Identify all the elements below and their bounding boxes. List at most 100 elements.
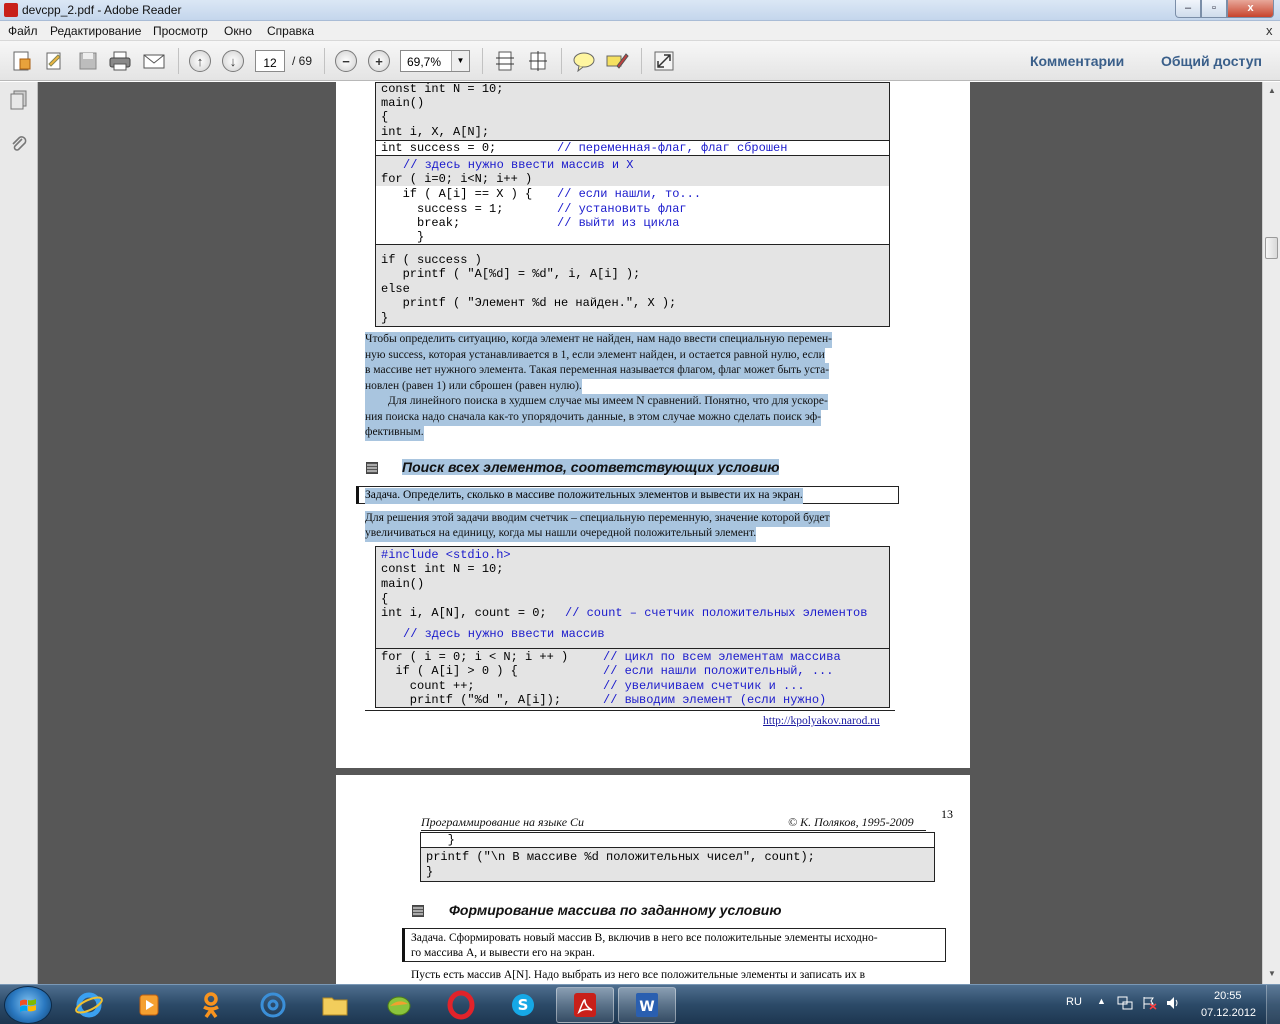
highlight-icon[interactable]	[605, 50, 629, 72]
section-icon	[366, 462, 378, 474]
code-line: int success = 0;	[381, 141, 497, 155]
code-line: {	[381, 110, 389, 124]
clock-time[interactable]: 20:55	[1214, 990, 1242, 1002]
fullscreen-icon[interactable]	[652, 50, 676, 72]
running-header-left: Программирование на языке Си	[421, 815, 585, 829]
save-icon[interactable]	[76, 50, 100, 72]
zoom-select[interactable]: 69,7% ▼	[400, 50, 470, 72]
toolbar-separator	[482, 48, 483, 74]
pdf-page-12: const int N = 10; main() { int i, X, A[N…	[336, 82, 970, 768]
edit-icon[interactable]	[42, 50, 66, 72]
comments-link[interactable]: Комментарии	[1030, 53, 1124, 69]
toolbar-separator	[641, 48, 642, 74]
fit-page-icon[interactable]	[493, 50, 517, 72]
paragraph-line: ния поиска надо сначала как-то упорядочи…	[365, 410, 821, 426]
volume-icon[interactable]	[1165, 996, 1181, 1010]
close-button[interactable]: x	[1227, 0, 1274, 18]
code-area	[421, 833, 934, 847]
media-player-icon[interactable]	[120, 987, 178, 1023]
paragraph-line: Для линейного поиска в худшем случае мы …	[365, 394, 828, 410]
email-app-icon[interactable]	[244, 987, 302, 1023]
menu-help[interactable]: Справка	[267, 24, 314, 38]
paragraph-line: ную success, которая устанавливается в 1…	[365, 348, 825, 364]
scroll-down-icon[interactable]: ▼	[1265, 967, 1279, 981]
taskbar: S W RU ▲ 20:55 07.12.2012	[0, 984, 1280, 1024]
windows-logo-icon	[20, 999, 36, 1012]
email-icon[interactable]	[142, 50, 166, 72]
adobe-reader-icon	[4, 3, 18, 17]
network-icon[interactable]	[1117, 996, 1133, 1010]
fit-width-icon[interactable]	[526, 50, 550, 72]
code-line: printf ("\n В массиве %d положительных ч…	[426, 850, 815, 864]
attachments-icon[interactable]	[9, 134, 29, 154]
tray-expand-icon[interactable]: ▲	[1097, 996, 1106, 1006]
next-page-icon[interactable]: ↓	[221, 50, 245, 72]
create-pdf-icon[interactable]	[10, 50, 34, 72]
language-indicator[interactable]: RU	[1066, 996, 1082, 1008]
code-divider	[375, 648, 890, 649]
code-comment: // выводим элемент (если нужно)	[603, 693, 827, 707]
code-line: if ( success )	[381, 253, 482, 267]
code-comment: // цикл по всем элементам массива	[603, 650, 841, 664]
section-heading: Поиск всех элементов, соответствующих ус…	[402, 459, 780, 475]
start-button[interactable]	[4, 986, 52, 1024]
scroll-thumb[interactable]	[1265, 237, 1278, 259]
zoom-in-icon[interactable]: +	[367, 50, 391, 72]
task-text: Задача. Определить, сколько в массиве по…	[365, 488, 803, 504]
action-center-icon[interactable]	[1141, 996, 1157, 1010]
vertical-scrollbar[interactable]: ▲ ▼	[1262, 82, 1280, 984]
code-line: }	[426, 833, 455, 847]
zoom-out-icon[interactable]: −	[334, 50, 358, 72]
print-icon[interactable]	[108, 50, 132, 72]
code-line: else	[381, 282, 410, 296]
code-divider	[420, 847, 935, 848]
skype-icon[interactable]: S	[494, 987, 552, 1023]
code-line: printf ( "A[%d] = %d", i, A[i] );	[381, 267, 641, 281]
footer-link[interactable]: http://kpolyakov.narod.ru	[763, 715, 880, 727]
page-number-input[interactable]	[255, 50, 285, 72]
paragraph-line: Пусть есть массив A[N]. Надо выбрать из …	[411, 969, 866, 981]
window-title: devcpp_2.pdf - Adobe Reader	[22, 3, 182, 17]
folder-icon[interactable]	[306, 987, 364, 1023]
footer-rule	[365, 710, 895, 711]
show-desktop-button[interactable]	[1266, 985, 1280, 1024]
menu-view[interactable]: Просмотр	[153, 24, 208, 38]
code-comment: // count – счетчик положительных элемент…	[565, 606, 868, 620]
scroll-up-icon[interactable]: ▲	[1265, 84, 1279, 98]
word-icon[interactable]: W	[618, 987, 676, 1023]
header-rule	[421, 830, 926, 831]
navigation-panel	[0, 82, 38, 984]
section-heading: Формирование массива по заданному услови…	[449, 902, 782, 918]
toolbar-separator	[561, 48, 562, 74]
chevron-down-icon[interactable]: ▼	[451, 51, 469, 71]
paragraph-line: в массиве нет нужного элемента. Такая пе…	[365, 363, 830, 379]
code-line: {	[381, 592, 389, 606]
menu-edit[interactable]: Редактирование	[50, 24, 141, 38]
ie-icon[interactable]	[60, 987, 118, 1023]
odnoklassniki-icon[interactable]	[182, 987, 240, 1023]
clock-date[interactable]: 07.12.2012	[1201, 1007, 1256, 1019]
page-total: / 69	[292, 54, 313, 68]
menu-window[interactable]: Окно	[224, 24, 252, 38]
code-line: }	[381, 230, 425, 244]
zoom-value: 69,7%	[407, 55, 442, 69]
title-bar: devcpp_2.pdf - Adobe Reader – ▫ x	[0, 0, 1280, 21]
minimize-button[interactable]: –	[1175, 0, 1201, 18]
document-viewport[interactable]: const int N = 10; main() { int i, X, A[N…	[38, 82, 1262, 984]
code-line: int i, X, A[N];	[381, 125, 490, 139]
page-number: 13	[941, 807, 953, 821]
maximize-button[interactable]: ▫	[1201, 0, 1227, 18]
comment-icon[interactable]	[572, 50, 596, 72]
code-line: break;	[381, 216, 461, 230]
code-comment: // увеличиваем счетчик и ...	[603, 679, 805, 693]
share-link[interactable]: Общий доступ	[1161, 53, 1262, 69]
paragraph-line: увеличиваться на единицу, когда мы нашли…	[365, 526, 757, 542]
pages-icon[interactable]	[9, 90, 29, 110]
menu-file[interactable]: Файл	[8, 24, 38, 38]
adobe-reader-icon[interactable]	[556, 987, 614, 1023]
fruit-app-icon[interactable]	[370, 987, 428, 1023]
prev-page-icon[interactable]: ↑	[188, 50, 212, 72]
opera-icon[interactable]	[432, 987, 490, 1023]
paragraph-line: новлен (равен 1) или сброшен (равен нулю…	[365, 379, 582, 395]
document-close-button[interactable]: x	[1266, 23, 1273, 38]
